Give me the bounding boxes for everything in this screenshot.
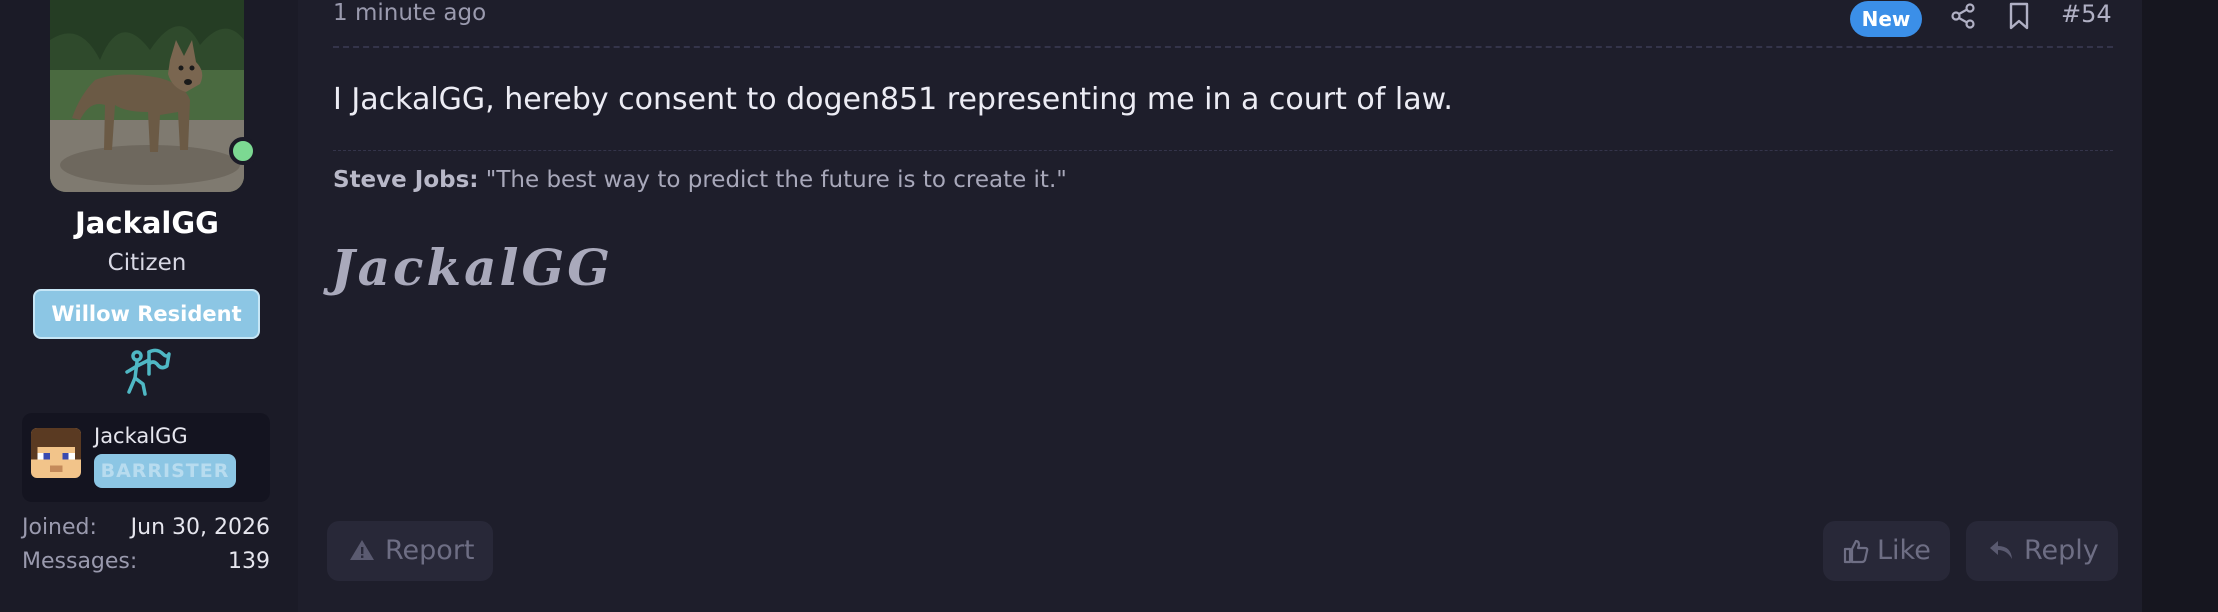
post-timestamp[interactable]: 1 minute ago bbox=[333, 0, 486, 26]
post-message: I JackalGG, hereby consent to dogen851 r… bbox=[333, 82, 1453, 117]
report-label: Report bbox=[385, 535, 475, 566]
reply-icon bbox=[1990, 541, 2012, 559]
new-badge: New bbox=[1850, 1, 1922, 37]
reply-button[interactable]: Reply bbox=[1966, 521, 2118, 581]
quote-author: Steve Jobs: bbox=[333, 167, 479, 193]
signature-quote: Steve Jobs: "The best way to predict the… bbox=[333, 167, 1067, 193]
messages-label: Messages: bbox=[22, 549, 138, 574]
joined-value: Jun 30, 2026 bbox=[130, 515, 270, 540]
reply-label: Reply bbox=[2024, 535, 2099, 566]
user-avatar[interactable] bbox=[50, 0, 244, 192]
forum-post: JackalGG Citizen Willow Resident JackalG… bbox=[0, 0, 2142, 612]
signature-divider bbox=[333, 150, 2113, 151]
online-status-indicator bbox=[229, 137, 257, 165]
username[interactable]: JackalGG bbox=[0, 206, 294, 240]
bookmark-icon[interactable] bbox=[2007, 2, 2031, 30]
joined-label: Joined: bbox=[22, 515, 97, 540]
user-sidebar: JackalGG Citizen Willow Resident JackalG… bbox=[0, 0, 298, 612]
messages-value[interactable]: 139 bbox=[228, 549, 270, 574]
header-divider bbox=[333, 46, 2113, 48]
user-title: Citizen bbox=[107, 250, 187, 276]
share-icon[interactable] bbox=[1950, 3, 1976, 29]
messages-stat: Messages: 139 bbox=[22, 549, 270, 574]
minecraft-head-avatar bbox=[31, 428, 81, 478]
minecraft-rank-badge: BARRISTER bbox=[94, 454, 236, 488]
signature-script-name: JackalGG bbox=[331, 238, 613, 297]
like-label: Like bbox=[1877, 535, 1931, 566]
warning-icon bbox=[350, 540, 374, 560]
joined-stat: Joined: Jun 30, 2026 bbox=[22, 515, 270, 540]
minecraft-username: JackalGG bbox=[94, 424, 188, 448]
like-button[interactable]: Like bbox=[1823, 521, 1950, 581]
user-banner: Willow Resident bbox=[33, 289, 260, 339]
award-icon[interactable] bbox=[123, 348, 171, 396]
thumbs-up-icon bbox=[1843, 539, 1869, 564]
quote-text: "The best way to predict the future is t… bbox=[478, 167, 1067, 193]
report-button[interactable]: Report bbox=[327, 521, 493, 581]
minecraft-profile-card[interactable]: JackalGG BARRISTER bbox=[22, 413, 270, 502]
post-number[interactable]: #54 bbox=[2061, 0, 2112, 28]
avatar-image bbox=[50, 0, 244, 192]
